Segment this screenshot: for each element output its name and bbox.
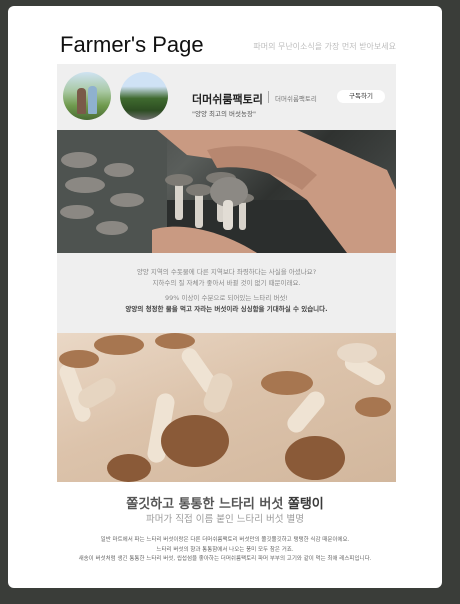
body-line-3: 새송이 버섯처럼 생긴 통통한 느타리 버섯, 씹섭섬을 좋아하는 더머쉬룸팩토… <box>78 556 372 562</box>
mushroom-harvest-illustration <box>57 130 396 253</box>
headline-text: 쫄깃하고 통통한 느타리 버섯 <box>126 497 284 512</box>
farm-name: 더머쉬룸팩토리 <box>192 93 263 106</box>
subscribe-button[interactable]: 구독하기 <box>337 90 385 103</box>
oyster-mushrooms-illustration <box>59 333 391 482</box>
page-title: Farmer's Page <box>60 32 204 57</box>
section-headline: 쫄깃하고 통통한 느타리 버섯 쫄탱이 <box>8 493 442 512</box>
farm-description: "양양 최고의 버섯농장" <box>192 110 256 118</box>
oyster-mushrooms-photo <box>57 333 396 482</box>
newsletter-card: Farmer's Page 파머의 무난이소식을 가장 먼저 받아보세요 더머쉬… <box>8 6 442 588</box>
intro-line-3: 99% 이상이 수분으로 되어있는 느타리 버섯! <box>164 294 289 302</box>
section-subheadline: 파머가 직접 이름 붙인 느타리 버섯 별명 <box>146 514 304 525</box>
intro-section: 양양 지역의 수돗물에 다른 지역보다 좌령하다는 사실을 아셨나요? 지하수의… <box>57 253 396 333</box>
headline-accent: 쫄탱이 <box>287 497 324 512</box>
page-header: Farmer's Page 파머의 무난이소식을 가장 먼저 받아보세요 <box>8 6 442 64</box>
farmer-couple-avatar <box>63 72 111 120</box>
intro-line-2: 지하수의 질 자체가 좋아서 바뀔 것이 없기 때문이래요. <box>152 279 301 287</box>
farm-landscape-avatar <box>120 72 168 120</box>
name-divider <box>268 91 269 103</box>
farm-tag: 더머쉬룸팩토리 <box>275 95 317 103</box>
intro-line-4: 양양의 청정한 물을 먹고 자라는 버섯이라 싱싱함을 기대하실 수 있습니다. <box>125 305 328 313</box>
farm-profile: 더머쉬룸팩토리 더머쉬룸팩토리 "양양 최고의 버섯농장" 구독하기 <box>57 64 396 130</box>
body-line-1: 일반 마트에서 파는 느타리 버섯이랑은 다른 더머쉬룸팩토리 버섯만의 쫄깃쫄… <box>100 537 350 543</box>
body-line-2: 느타리 버섯의 향과 통통함에서 나오는 풍미 모두 참은 거죠. <box>156 546 294 553</box>
intro-line-1: 양양 지역의 수돗물에 다른 지역보다 좌령하다는 사실을 아셨나요? <box>136 268 317 276</box>
section-body: 일반 마트에서 파는 느타리 버섯이랑은 다른 더머쉬룸팩토리 버섯만의 쫄깃쫄… <box>18 536 432 565</box>
page-subtitle: 파머의 무난이소식을 가장 먼저 받아보세요 <box>253 42 396 51</box>
mushroom-harvest-photo <box>57 130 396 253</box>
